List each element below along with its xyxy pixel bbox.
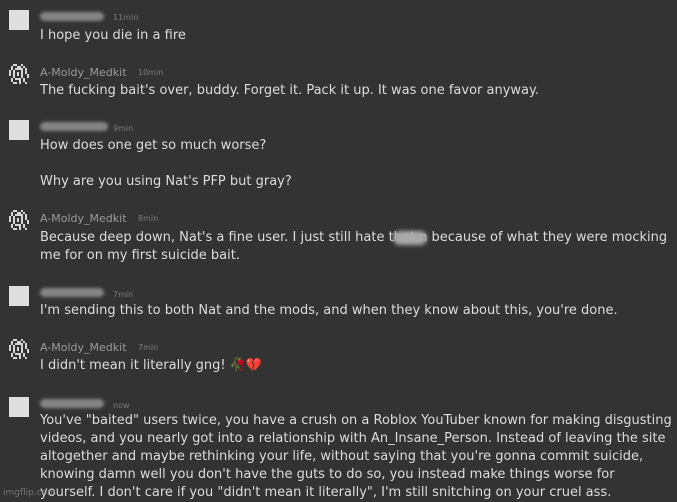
author-name-redacted[interactable] bbox=[40, 288, 104, 297]
watermark: imgflip.com bbox=[3, 488, 56, 498]
message-text: I hope you die in a fire bbox=[40, 28, 186, 43]
message-text: I didn't mean it literally gng! 🥀💔 bbox=[40, 358, 263, 373]
message-text: You've "baited" users twice, you have a … bbox=[40, 413, 672, 500]
author-name-redacted[interactable] bbox=[40, 122, 108, 131]
message-text: The fucking bait's over, buddy. Forget i… bbox=[40, 83, 539, 98]
message-time: 9min bbox=[113, 124, 134, 133]
pixel-avatar-icon[interactable] bbox=[9, 339, 29, 359]
author-name[interactable]: A-Moldy_Medkit bbox=[40, 212, 127, 225]
pixel-avatar-icon[interactable] bbox=[9, 64, 29, 84]
user-avatar[interactable] bbox=[9, 286, 29, 306]
user-avatar[interactable] bbox=[9, 120, 29, 140]
author-name[interactable]: A-Moldy_Medkit bbox=[40, 66, 127, 79]
message-text: Because deep down, Nat's a fine user. I … bbox=[40, 230, 668, 263]
author-name-redacted[interactable] bbox=[40, 12, 104, 21]
message-time: 11min bbox=[113, 13, 139, 22]
user-avatar[interactable] bbox=[9, 10, 29, 30]
message-time: 7min bbox=[113, 290, 134, 299]
message-text: How does one get so much worse? Why are … bbox=[40, 138, 292, 189]
message-time: 7min bbox=[138, 343, 159, 352]
message-time: 10min bbox=[138, 68, 164, 77]
message-time: 8min bbox=[138, 214, 159, 223]
message-time: now bbox=[113, 401, 130, 410]
author-name[interactable]: A-Moldy_Medkit bbox=[40, 341, 127, 354]
redacted-name-blur bbox=[393, 231, 427, 245]
pixel-avatar-icon[interactable] bbox=[9, 210, 29, 230]
message-text: I'm sending this to both Nat and the mod… bbox=[40, 303, 618, 318]
user-avatar[interactable] bbox=[9, 397, 29, 417]
author-name-redacted[interactable] bbox=[40, 399, 104, 408]
